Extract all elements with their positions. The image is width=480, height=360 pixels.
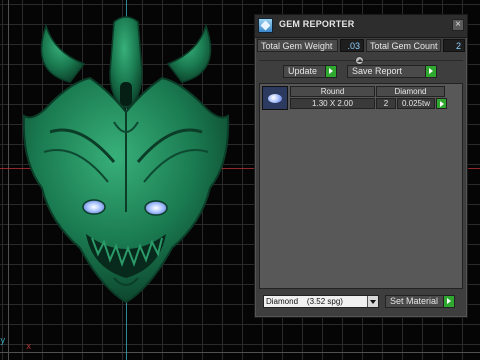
- panel-title: GEM REPORTER: [279, 19, 355, 29]
- material-select-value: Diamond (3.52 spg): [266, 297, 343, 306]
- total-gem-count-label: Total Gem Count: [366, 39, 441, 52]
- collapse-toggle[interactable]: [355, 56, 364, 65]
- gem-reporter-panel: GEM REPORTER × Total Gem Weight .03 Tota…: [254, 14, 468, 318]
- save-report-go-icon: [425, 66, 436, 77]
- gem-list-row[interactable]: Round Diamond 1.30 X 2.00 2 0.025tw: [260, 84, 462, 112]
- set-material-go-icon: [443, 296, 454, 307]
- total-gem-weight-label: Total Gem Weight: [257, 39, 338, 52]
- axis-y-indicator: y: [0, 336, 6, 346]
- close-button[interactable]: ×: [452, 19, 464, 31]
- panel-titlebar[interactable]: GEM REPORTER ×: [255, 15, 467, 38]
- material-select[interactable]: Diamond (3.52 spg): [263, 295, 379, 308]
- gem-count-cell: 2: [376, 98, 396, 109]
- gem-cut-cell: Round: [290, 86, 375, 97]
- gem-size-cell: 1.30 X 2.00: [290, 98, 375, 109]
- round-gem-icon: [262, 86, 288, 110]
- gem-reporter-app-icon: [258, 18, 273, 33]
- demon-pendant-model[interactable]: [10, 12, 242, 312]
- total-gem-count-value: 2: [443, 39, 465, 52]
- total-gem-weight-value: .03: [340, 39, 364, 52]
- collapse-arrow-icon: [357, 59, 363, 62]
- update-button-label: Update: [288, 66, 318, 76]
- chevron-down-icon[interactable]: [367, 296, 378, 307]
- viewport-frame-left: [8, 0, 9, 360]
- set-material-button[interactable]: Set Material: [385, 295, 455, 308]
- save-report-button[interactable]: Save Report: [347, 65, 437, 78]
- axis-x-indicator: x: [26, 342, 32, 352]
- gem-weight-cell: 0.025tw: [397, 98, 435, 109]
- set-material-button-label: Set Material: [390, 296, 439, 306]
- viewport-frame-bottom: [0, 352, 480, 353]
- update-button[interactable]: Update: [283, 65, 337, 78]
- update-go-icon: [325, 66, 336, 77]
- gem-material-cell: Diamond: [376, 86, 445, 97]
- gem-list[interactable]: Round Diamond 1.30 X 2.00 2 0.025tw: [259, 83, 463, 289]
- save-report-button-label: Save Report: [352, 66, 403, 76]
- stats-row: Total Gem Weight .03 Total Gem Count 2: [257, 39, 465, 53]
- gem-row-go-icon[interactable]: [436, 98, 447, 109]
